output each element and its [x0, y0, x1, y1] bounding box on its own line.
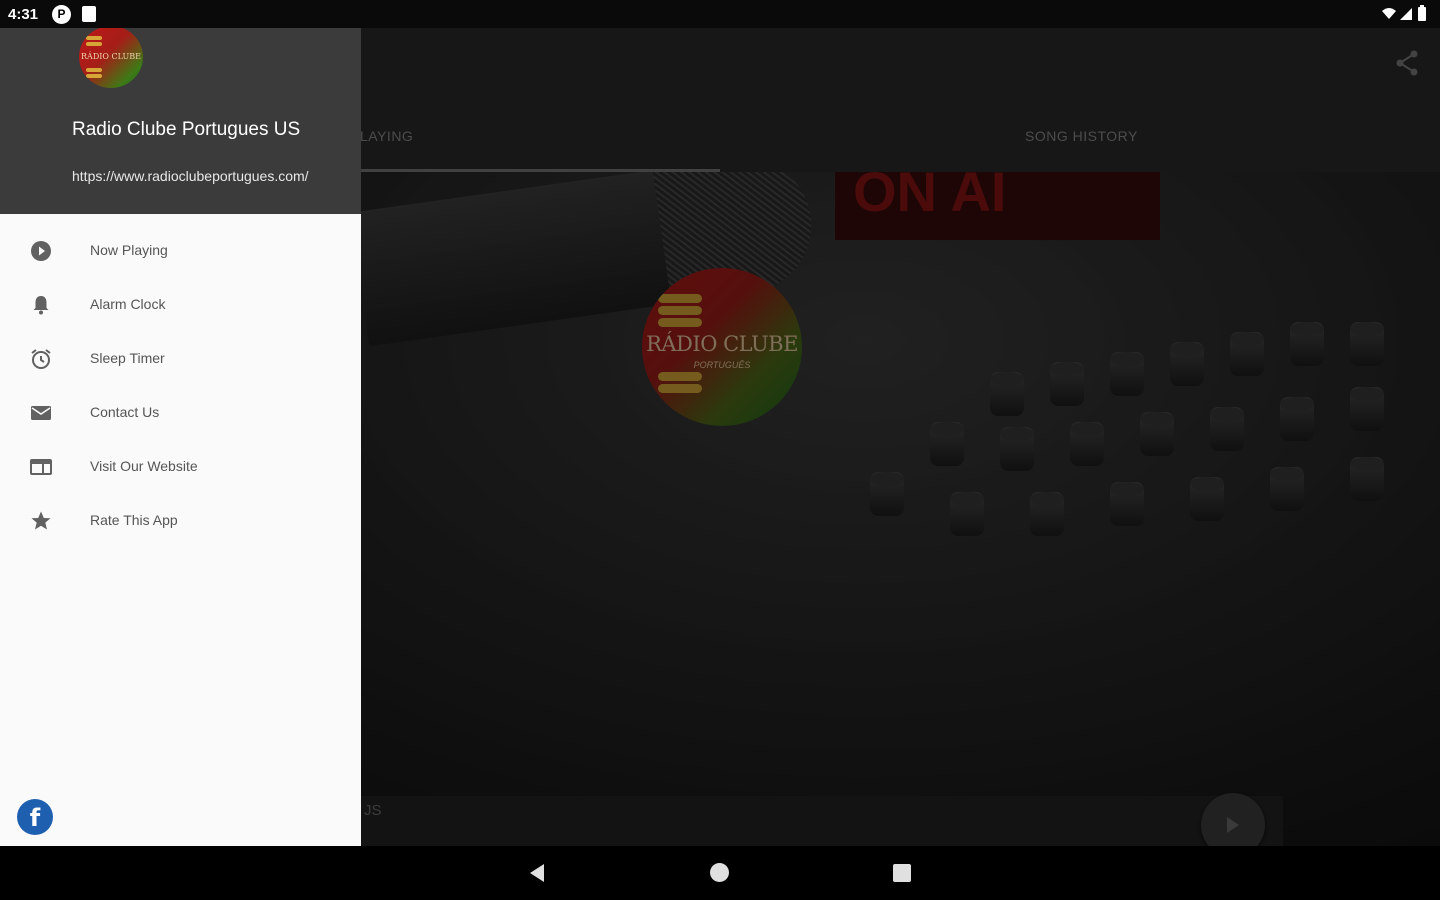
- menu-item-rate-app[interactable]: Rate This App: [0, 494, 361, 548]
- web-icon: [30, 459, 52, 475]
- battery-icon: [1418, 5, 1426, 21]
- status-bar: 4:31 P: [0, 0, 1440, 28]
- logo-stripe: [86, 36, 102, 40]
- menu-item-label: Visit Our Website: [90, 458, 198, 474]
- back-icon[interactable]: [528, 863, 546, 883]
- menu-item-now-playing[interactable]: Now Playing: [0, 224, 361, 278]
- star-icon: [31, 511, 51, 530]
- menu-item-alarm-clock[interactable]: Alarm Clock: [0, 278, 361, 332]
- station-title: Radio Clube Portugues US: [72, 119, 301, 140]
- logo-stripe: [86, 74, 102, 78]
- facebook-button[interactable]: f: [17, 799, 53, 835]
- system-nav-bar: [0, 846, 1440, 900]
- logo-stripe: [86, 42, 102, 46]
- status-right-icons: [1380, 5, 1432, 28]
- station-logo-small: RÁDIO CLUBE: [79, 26, 143, 88]
- logo-stripe: [86, 68, 102, 72]
- menu-item-label: Sleep Timer: [90, 350, 165, 366]
- home-icon[interactable]: [710, 863, 729, 882]
- play-circle-icon: [31, 241, 51, 261]
- menu-item-contact-us[interactable]: Contact Us: [0, 386, 361, 440]
- menu-item-visit-website[interactable]: Visit Our Website: [0, 440, 361, 494]
- drawer-header: RÁDIO CLUBE Radio Clube Portugues US htt…: [0, 0, 361, 214]
- mail-icon: [31, 406, 51, 420]
- menu-item-sleep-timer[interactable]: Sleep Timer: [0, 332, 361, 386]
- bell-icon: [33, 296, 49, 315]
- p-notification-icon: P: [52, 5, 71, 24]
- cell-signal-icon: [1400, 8, 1412, 20]
- logo-text-small: RÁDIO CLUBE: [81, 52, 141, 61]
- menu-item-label: Alarm Clock: [90, 296, 166, 312]
- menu-item-label: Contact Us: [90, 404, 160, 420]
- screen: 4:31 P LAYING SONG HISTORY ON AI RÁDIO C…: [0, 0, 1440, 900]
- navigation-drawer: RÁDIO CLUBE Radio Clube Portugues US htt…: [0, 0, 361, 846]
- sd-card-icon: [82, 6, 96, 22]
- status-time: 4:31: [8, 6, 39, 23]
- recents-icon[interactable]: [893, 864, 911, 882]
- wifi-icon: [1382, 8, 1396, 19]
- menu-item-label: Now Playing: [90, 242, 168, 258]
- alarm-clock-icon: [31, 349, 51, 369]
- menu-item-label: Rate This App: [90, 512, 178, 528]
- station-url: https://www.radioclubeportugues.com/: [72, 168, 309, 184]
- facebook-icon: f: [29, 804, 41, 832]
- drawer-menu: Now Playing Alarm Clock Sleep Timer Cont…: [0, 224, 361, 548]
